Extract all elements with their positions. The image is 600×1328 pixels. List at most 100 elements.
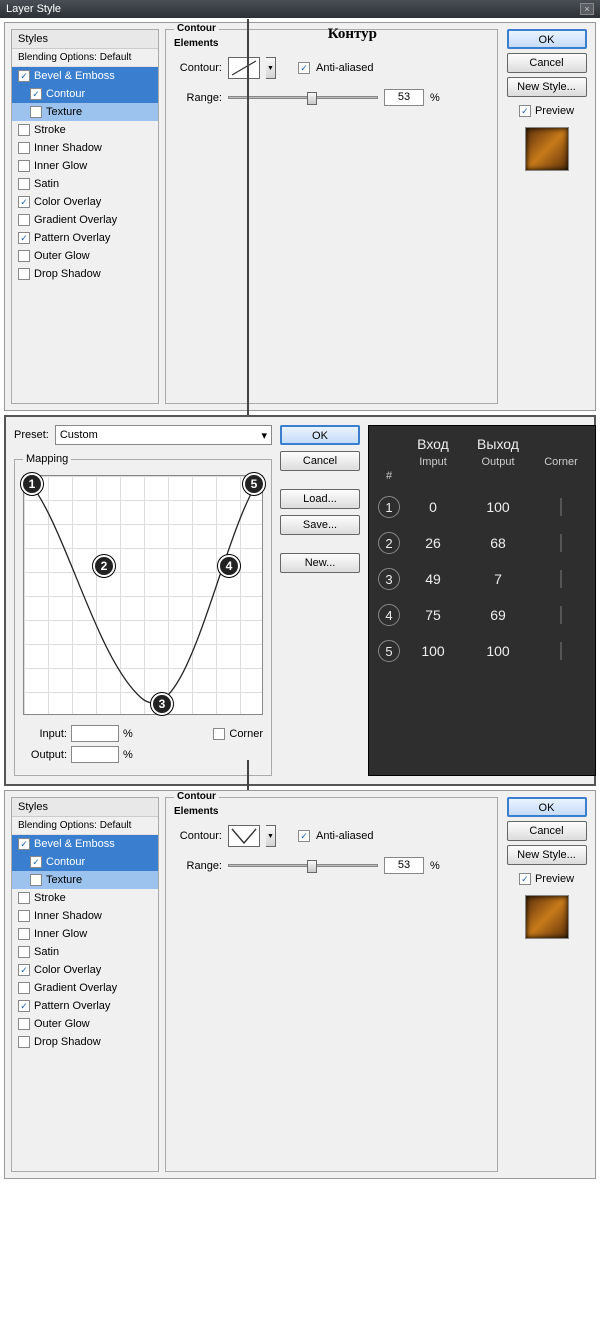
style-item-gradient-overlay[interactable]: Gradient Overlay xyxy=(12,979,158,997)
editor-ok-button[interactable]: OK xyxy=(280,425,360,445)
th-output: Output xyxy=(481,456,514,468)
curve-grid[interactable]: 12345 xyxy=(23,475,263,715)
row-corner-checkbox[interactable] xyxy=(560,570,562,588)
style-checkbox[interactable] xyxy=(18,124,30,136)
styles-sidebar: Styles Blending Options: Default Bevel &… xyxy=(11,29,159,404)
style-checkbox[interactable] xyxy=(18,946,30,958)
style-item-inner-glow[interactable]: Inner Glow xyxy=(12,157,158,175)
contour-dropdown-icon-2[interactable]: ▼ xyxy=(266,825,276,847)
style-item-bevel-emboss[interactable]: Bevel & Emboss xyxy=(12,835,158,853)
style-checkbox[interactable] xyxy=(18,250,30,262)
style-item-drop-shadow[interactable]: Drop Shadow xyxy=(12,265,158,283)
style-label: Stroke xyxy=(34,124,66,136)
style-checkbox[interactable] xyxy=(18,268,30,280)
style-checkbox[interactable] xyxy=(18,838,30,850)
style-item-texture[interactable]: Texture xyxy=(12,871,158,889)
style-item-outer-glow[interactable]: Outer Glow xyxy=(12,1015,158,1033)
style-checkbox[interactable] xyxy=(18,1018,30,1030)
row-corner-checkbox[interactable] xyxy=(560,534,562,552)
row-corner-checkbox[interactable] xyxy=(560,498,562,516)
style-checkbox[interactable] xyxy=(30,874,42,886)
style-item-satin[interactable]: Satin xyxy=(12,175,158,193)
style-label: Color Overlay xyxy=(34,964,101,976)
contour-dropdown-icon[interactable]: ▼ xyxy=(266,57,276,79)
row-corner-checkbox[interactable] xyxy=(560,642,562,660)
close-icon[interactable]: × xyxy=(580,3,594,15)
range-slider-2[interactable] xyxy=(228,864,378,867)
range-slider[interactable] xyxy=(228,96,378,99)
th-output-ru: Выход xyxy=(477,436,519,452)
corner-checkbox[interactable] xyxy=(213,728,225,740)
style-label: Bevel & Emboss xyxy=(34,838,115,850)
style-checkbox[interactable] xyxy=(18,964,30,976)
input-field[interactable] xyxy=(71,725,119,742)
row-input: 100 xyxy=(403,643,463,659)
style-item-stroke[interactable]: Stroke xyxy=(12,889,158,907)
editor-save-button[interactable]: Save... xyxy=(280,515,360,535)
style-checkbox[interactable] xyxy=(18,178,30,190)
ok-button[interactable]: OK xyxy=(507,29,587,49)
contour-legend: Contour xyxy=(174,23,219,34)
style-item-inner-shadow[interactable]: Inner Shadow xyxy=(12,907,158,925)
range-value[interactable]: 53 xyxy=(384,89,424,106)
style-label: Outer Glow xyxy=(34,1018,90,1030)
style-checkbox[interactable] xyxy=(18,1000,30,1012)
anti-aliased-checkbox[interactable] xyxy=(298,62,310,74)
blending-options-2[interactable]: Blending Options: Default xyxy=(12,817,158,835)
contour-thumbnail-2[interactable] xyxy=(228,825,260,847)
style-item-pattern-overlay[interactable]: Pattern Overlay xyxy=(12,229,158,247)
style-checkbox[interactable] xyxy=(18,892,30,904)
style-item-inner-glow[interactable]: Inner Glow xyxy=(12,925,158,943)
style-checkbox[interactable] xyxy=(18,232,30,244)
style-checkbox[interactable] xyxy=(18,910,30,922)
output-field[interactable] xyxy=(71,746,119,763)
ok-button-2[interactable]: OK xyxy=(507,797,587,817)
style-item-satin[interactable]: Satin xyxy=(12,943,158,961)
blending-options[interactable]: Blending Options: Default xyxy=(12,49,158,67)
contour-legend-2: Contour xyxy=(174,791,219,802)
range-value-2[interactable]: 53 xyxy=(384,857,424,874)
style-item-contour[interactable]: Contour xyxy=(12,85,158,103)
style-item-color-overlay[interactable]: Color Overlay xyxy=(12,961,158,979)
editor-new-button[interactable]: New... xyxy=(280,553,360,573)
cancel-button[interactable]: Cancel xyxy=(507,53,587,73)
style-checkbox[interactable] xyxy=(18,70,30,82)
preview-checkbox[interactable] xyxy=(519,105,531,117)
curve-marker-2: 2 xyxy=(93,555,115,577)
style-checkbox[interactable] xyxy=(30,856,42,868)
styles-sidebar-2: Styles Blending Options: Default Bevel &… xyxy=(11,797,159,1172)
row-corner-checkbox[interactable] xyxy=(560,606,562,624)
new-style-button[interactable]: New Style... xyxy=(507,77,587,97)
style-item-stroke[interactable]: Stroke xyxy=(12,121,158,139)
style-item-drop-shadow[interactable]: Drop Shadow xyxy=(12,1033,158,1051)
contour-thumbnail[interactable] xyxy=(228,57,260,79)
editor-load-button[interactable]: Load... xyxy=(280,489,360,509)
style-checkbox[interactable] xyxy=(18,160,30,172)
style-item-contour[interactable]: Contour xyxy=(12,853,158,871)
style-checkbox[interactable] xyxy=(18,982,30,994)
editor-cancel-button[interactable]: Cancel xyxy=(280,451,360,471)
style-checkbox[interactable] xyxy=(18,142,30,154)
anti-aliased-checkbox-2[interactable] xyxy=(298,830,310,842)
cancel-button-2[interactable]: Cancel xyxy=(507,821,587,841)
style-label: Satin xyxy=(34,178,59,190)
preset-dropdown[interactable]: Custom ▾ xyxy=(55,425,272,445)
new-style-button-2[interactable]: New Style... xyxy=(507,845,587,865)
contour-label: Contour: xyxy=(174,62,222,74)
style-item-inner-shadow[interactable]: Inner Shadow xyxy=(12,139,158,157)
preview-checkbox-2[interactable] xyxy=(519,873,531,885)
style-checkbox[interactable] xyxy=(18,928,30,940)
style-checkbox[interactable] xyxy=(18,196,30,208)
style-item-texture[interactable]: Texture xyxy=(12,103,158,121)
style-item-outer-glow[interactable]: Outer Glow xyxy=(12,247,158,265)
style-item-bevel-emboss[interactable]: Bevel & Emboss xyxy=(12,67,158,85)
style-item-color-overlay[interactable]: Color Overlay xyxy=(12,193,158,211)
style-checkbox[interactable] xyxy=(30,88,42,100)
style-checkbox[interactable] xyxy=(30,106,42,118)
style-checkbox[interactable] xyxy=(18,1036,30,1048)
style-item-gradient-overlay[interactable]: Gradient Overlay xyxy=(12,211,158,229)
anti-aliased-label: Anti-aliased xyxy=(316,62,373,74)
style-item-pattern-overlay[interactable]: Pattern Overlay xyxy=(12,997,158,1015)
row-num: 1 xyxy=(378,496,400,518)
style-checkbox[interactable] xyxy=(18,214,30,226)
